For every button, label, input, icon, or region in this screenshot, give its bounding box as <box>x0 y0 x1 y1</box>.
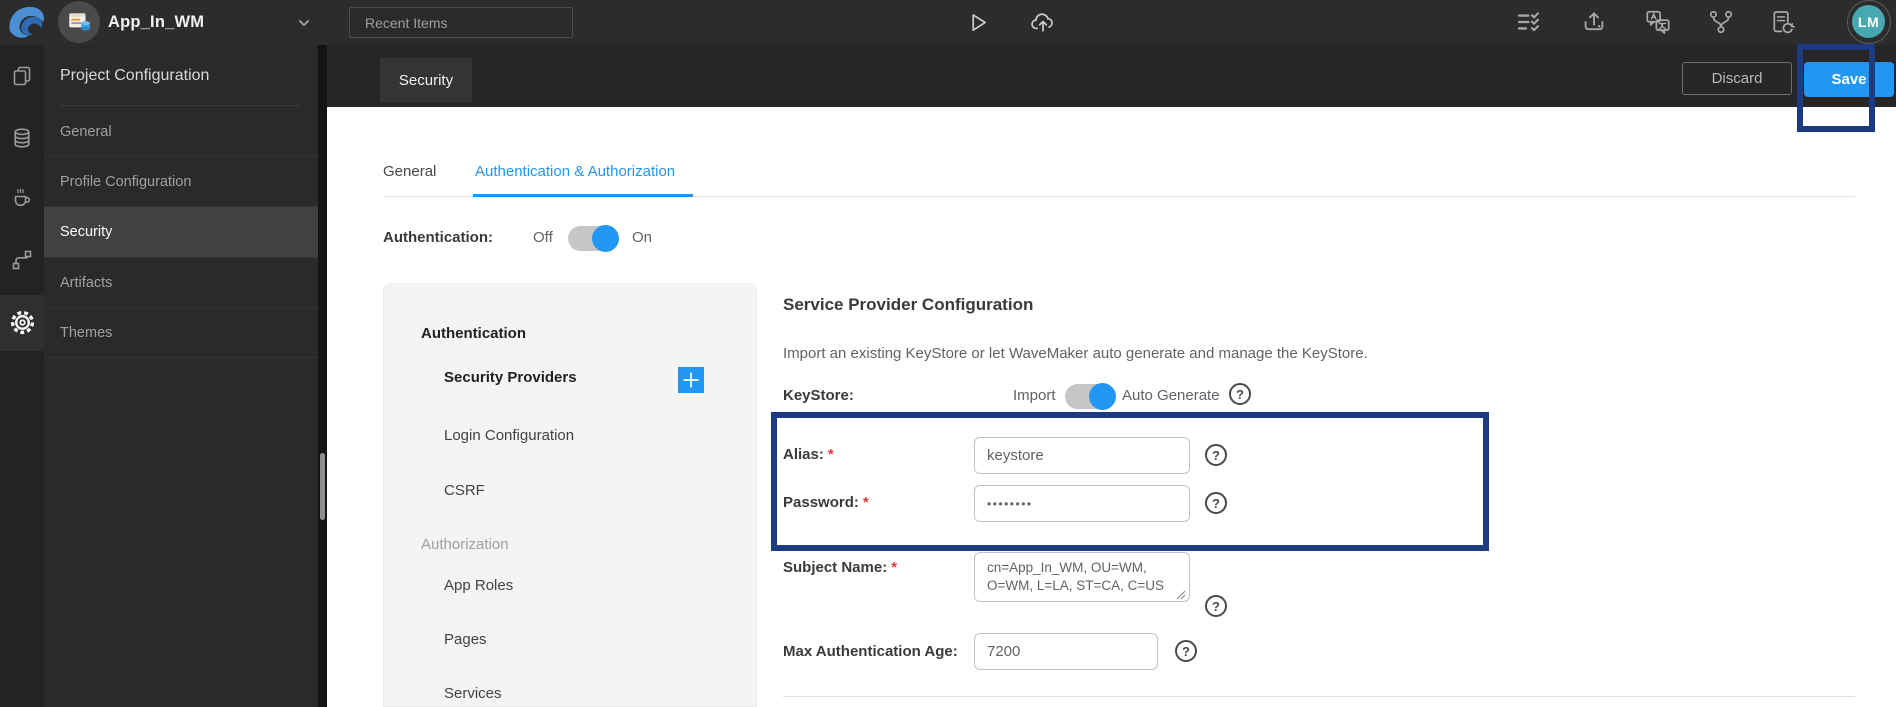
versions-button[interactable] <box>1705 6 1737 38</box>
security-content: General Authentication & Authorization A… <box>327 107 1896 707</box>
max-auth-age-label: Max Authentication Age: <box>783 643 958 660</box>
resize-handle-icon[interactable] <box>1176 590 1186 600</box>
open-tab-security[interactable]: Security <box>380 58 472 102</box>
subject-name-help-icon[interactable]: ? <box>1205 595 1227 617</box>
sidebar-item-profile-configuration[interactable]: Profile Configuration <box>44 157 318 207</box>
subnav-item-pages[interactable]: Pages <box>444 631 487 649</box>
subnav-item-security-providers[interactable]: Security Providers <box>444 369 577 387</box>
required-asterisk: * <box>891 559 898 576</box>
form-description: Import an existing KeyStore or let WaveM… <box>783 345 1368 362</box>
module-rail <box>0 45 44 707</box>
keystore-label: KeyStore: <box>783 387 854 404</box>
keystore-autogenerate-option: Auto Generate <box>1122 387 1220 404</box>
user-avatar[interactable]: LM <box>1847 0 1891 44</box>
pages-icon[interactable] <box>10 64 34 88</box>
max-auth-age-help-icon[interactable]: ? <box>1175 640 1197 662</box>
authentication-on-label: On <box>632 229 653 246</box>
recent-items-input[interactable] <box>349 7 573 38</box>
plus-icon <box>683 372 699 388</box>
subnav-item-csrf[interactable]: CSRF <box>444 482 485 500</box>
wavemaker-logo-icon[interactable] <box>6 2 46 42</box>
project-config-panel: Project Configuration General Profile Co… <box>44 45 318 707</box>
export-tray-icon <box>1584 12 1604 31</box>
run-app-button[interactable] <box>961 6 993 38</box>
sidebar-item-themes[interactable]: Themes <box>44 308 318 358</box>
cloud-upload-icon <box>1031 13 1053 32</box>
tab-authentication-authorization[interactable]: Authentication & Authorization <box>475 163 675 180</box>
project-window-icon <box>69 13 90 31</box>
sidebar-item-security[interactable]: Security <box>44 207 318 258</box>
active-tab-underline <box>473 194 693 197</box>
subnav-item-services[interactable]: Services <box>444 685 502 703</box>
preview-deploy-button[interactable] <box>1027 6 1059 38</box>
toggle-knob <box>1089 383 1116 410</box>
wavemaker-studio: App_In_WM Recent Items LM Project Config… <box>0 0 1896 707</box>
alias-label: Alias: * <box>783 446 834 464</box>
required-asterisk: * <box>862 494 869 511</box>
authentication-toggle[interactable] <box>568 225 619 252</box>
authentication-label: Authentication: <box>383 229 493 246</box>
password-label-text: Password: <box>783 494 859 511</box>
sync-project-button[interactable] <box>1766 6 1798 38</box>
localization-button[interactable] <box>1642 6 1674 38</box>
alias-help-icon[interactable]: ? <box>1205 444 1227 466</box>
apis-workflow-icon[interactable] <box>10 248 34 272</box>
avatar-initials: LM <box>1852 5 1885 38</box>
app-title[interactable]: App_In_WM <box>108 0 204 45</box>
subject-name-label-text: Subject Name: <box>783 559 888 576</box>
subject-name-textarea[interactable]: cn=App_In_WM, OU=WM, O=WM, L=LA, ST=CA, … <box>974 552 1190 602</box>
subnav-section-authorization: Authorization <box>421 536 509 553</box>
max-auth-age-input[interactable] <box>974 633 1158 670</box>
keystore-help-icon[interactable]: ? <box>1229 383 1251 405</box>
required-asterisk: * <box>827 446 834 463</box>
file-sync-icon <box>1773 11 1795 34</box>
password-label: Password: * <box>783 494 869 512</box>
keystore-import-option: Import <box>1013 387 1056 404</box>
play-icon <box>972 14 986 31</box>
discard-button[interactable]: Discard <box>1682 62 1792 95</box>
project-badge[interactable] <box>58 1 100 43</box>
java-services-icon[interactable] <box>10 186 34 210</box>
subnav-section-authentication: Authentication <box>421 325 526 342</box>
chevron-down-icon[interactable] <box>294 13 314 33</box>
alias-input[interactable] <box>974 437 1190 474</box>
top-bar: App_In_WM Recent Items LM <box>0 0 1896 45</box>
panel-scrollbar <box>318 45 327 707</box>
keystore-toggle[interactable] <box>1065 383 1116 410</box>
password-input[interactable] <box>974 485 1190 522</box>
database-icon[interactable] <box>10 126 34 150</box>
export-deploy-button[interactable] <box>1578 6 1610 38</box>
save-button[interactable]: Save <box>1804 62 1894 97</box>
section-divider <box>783 696 1855 697</box>
tab-general[interactable]: General <box>383 163 436 180</box>
rail-item-settings[interactable] <box>0 295 44 351</box>
security-subnav: Authentication Security Providers Login … <box>383 283 757 707</box>
toggle-knob <box>592 225 619 252</box>
subnav-item-app-roles[interactable]: App Roles <box>444 577 513 595</box>
sidebar-item-artifacts[interactable]: Artifacts <box>44 258 318 308</box>
translate-icon <box>1646 10 1670 34</box>
checklist-icon <box>1517 12 1540 32</box>
alias-label-text: Alias: <box>783 446 824 463</box>
task-list-button[interactable] <box>1513 6 1545 38</box>
scrollbar-thumb[interactable] <box>320 453 325 520</box>
subject-name-label: Subject Name: * <box>783 559 897 577</box>
form-title: Service Provider Configuration <box>783 295 1034 314</box>
settings-gear-icon <box>10 310 35 335</box>
sidebar-item-general[interactable]: General <box>44 107 318 157</box>
panel-title: Project Configuration <box>60 45 300 106</box>
page-header: Security Discard Save <box>327 45 1896 107</box>
branch-share-icon <box>1709 10 1733 34</box>
password-help-icon[interactable]: ? <box>1205 492 1227 514</box>
add-security-provider-button[interactable] <box>678 367 704 393</box>
authentication-off-label: Off <box>533 229 553 246</box>
subnav-item-login-configuration[interactable]: Login Configuration <box>444 427 574 445</box>
